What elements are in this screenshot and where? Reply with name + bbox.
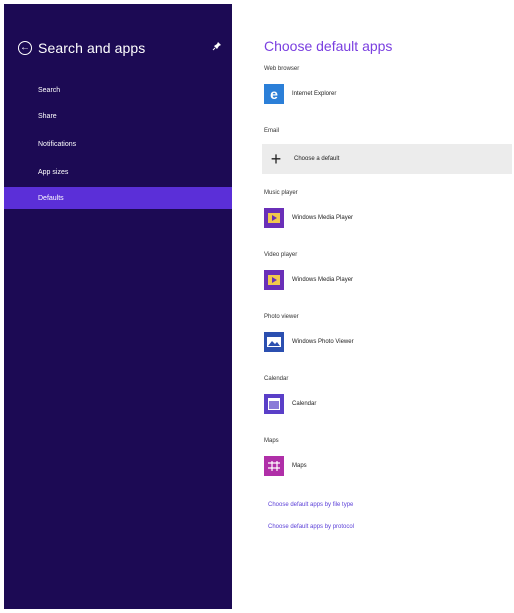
section-label-video-player: Video player (264, 252, 298, 258)
calendar-icon (264, 394, 284, 414)
maps-icon (264, 456, 284, 476)
section-label-photo-viewer: Photo viewer (264, 314, 299, 320)
section-label-email: Email (264, 128, 280, 134)
sidebar-item-defaults[interactable]: Defaults (4, 187, 232, 209)
app-name: Windows Media Player (292, 215, 354, 221)
sidebar-item-label: Share (38, 112, 57, 120)
section-label-maps: Maps (264, 438, 279, 444)
default-app-email[interactable]: + Choose a default (262, 144, 512, 174)
media-player-icon (264, 208, 284, 228)
sidebar-item-notifications[interactable]: Notifications (4, 133, 232, 155)
app-name: Windows Photo Viewer (292, 339, 354, 345)
sidebar: ← Search and apps Search Share Notificat… (4, 4, 232, 609)
sidebar-item-share[interactable]: Share (4, 105, 232, 127)
page-title: Choose default apps (264, 38, 393, 54)
link-choose-by-file-type[interactable]: Choose default apps by file type (268, 502, 353, 508)
sidebar-item-label: App sizes (38, 168, 69, 176)
default-app-photo-viewer[interactable]: Windows Photo Viewer (264, 330, 354, 354)
default-app-web-browser[interactable]: e Internet Explorer (264, 82, 336, 106)
plus-icon: + (270, 149, 282, 169)
app-name: Calendar (292, 401, 317, 407)
media-player-icon (264, 270, 284, 290)
default-app-music-player[interactable]: Windows Media Player (264, 206, 353, 230)
default-app-maps[interactable]: Maps (264, 454, 307, 478)
section-label-calendar: Calendar (264, 376, 289, 382)
sidebar-item-label: Notifications (38, 140, 77, 148)
sidebar-title: Search and apps (38, 40, 146, 56)
app-name: Maps (292, 463, 307, 469)
window: ← Search and apps Search Share Notificat… (4, 4, 512, 609)
main-content: Choose default apps Web browser e Intern… (262, 4, 512, 609)
section-label-web-browser: Web browser (264, 66, 300, 72)
photo-viewer-icon (264, 332, 284, 352)
default-app-calendar[interactable]: Calendar (264, 392, 316, 416)
sidebar-item-app-sizes[interactable]: App sizes (4, 161, 232, 183)
sidebar-header: ← Search and apps (18, 38, 145, 58)
link-choose-by-protocol[interactable]: Choose default apps by protocol (268, 524, 354, 530)
sidebar-item-search[interactable]: Search (4, 79, 232, 101)
default-app-video-player[interactable]: Windows Media Player (264, 268, 353, 292)
app-name: Internet Explorer (292, 91, 337, 97)
app-name: Windows Media Player (292, 277, 354, 283)
app-name: Choose a default (294, 156, 340, 162)
pin-icon[interactable] (212, 41, 222, 51)
internet-explorer-icon: e (264, 84, 284, 104)
back-arrow-icon[interactable]: ← (18, 41, 32, 55)
section-label-music-player: Music player (264, 190, 298, 196)
sidebar-item-label: Defaults (38, 194, 64, 202)
sidebar-item-label: Search (38, 86, 61, 94)
